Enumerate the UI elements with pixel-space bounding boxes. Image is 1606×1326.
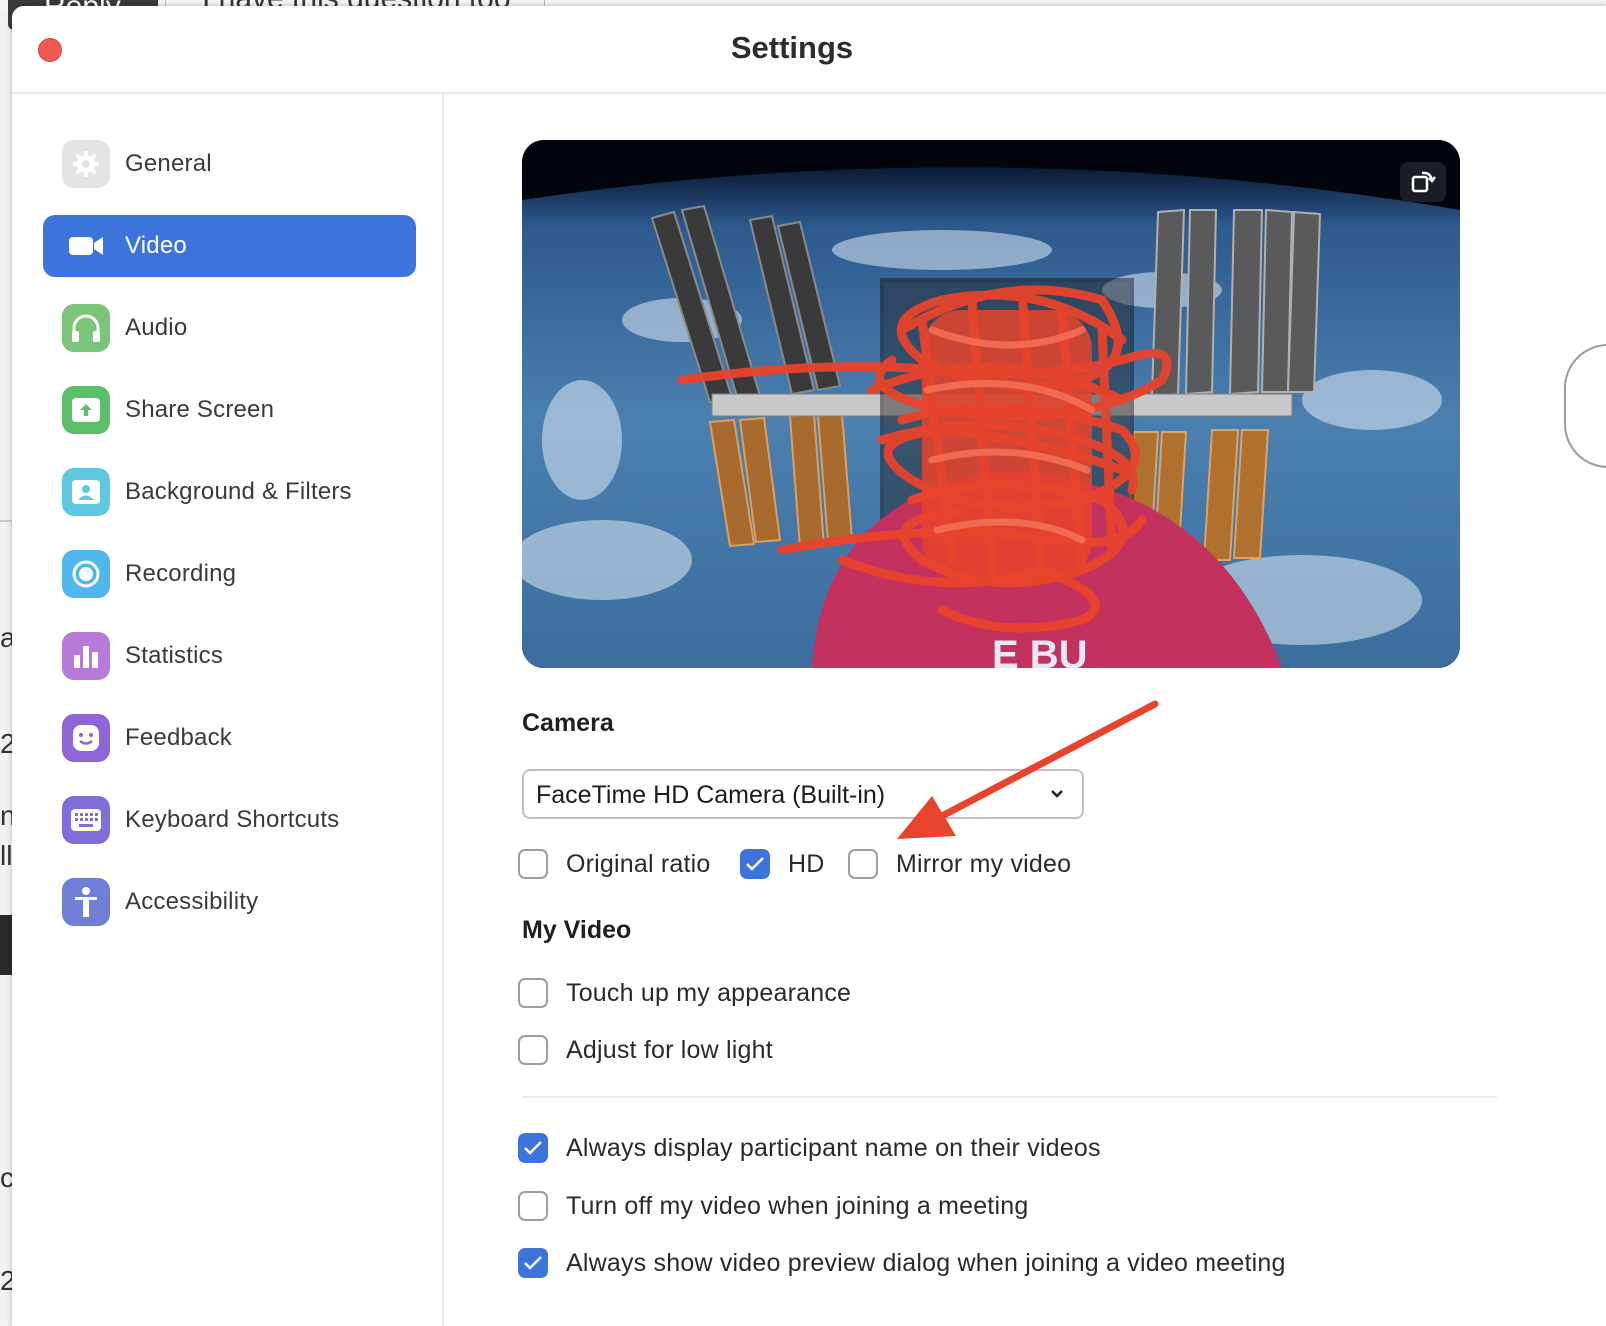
camera-select-value: FaceTime HD Camera (Built-in) xyxy=(536,781,886,809)
video-camera-icon xyxy=(62,222,110,270)
sidebar-item-label: Video xyxy=(125,232,187,259)
video-settings-panel: E BU Camera FaceTime HD Camera (Built-in… xyxy=(444,94,1606,1326)
sidebar-item-label: Keyboard Shortcuts xyxy=(125,806,340,833)
section-divider xyxy=(522,1096,1497,1098)
sidebar-item-label: Feedback xyxy=(125,724,232,751)
keyboard-icon xyxy=(62,796,110,844)
original-ratio-checkbox[interactable]: Original ratio xyxy=(518,849,711,879)
video-preview-image: E BU xyxy=(522,140,1460,668)
video-preview: E BU xyxy=(522,140,1460,668)
checkbox-label: Original ratio xyxy=(566,849,711,878)
share-screen-icon xyxy=(62,386,110,434)
checkbox-box[interactable] xyxy=(518,978,548,1008)
person-background-icon xyxy=(62,468,110,516)
bar-chart-icon xyxy=(62,632,110,680)
checkmark-icon xyxy=(524,1141,542,1155)
sidebar-item-label: Share Screen xyxy=(125,396,275,423)
record-icon xyxy=(62,550,110,598)
sidebar-item-feedback[interactable]: Feedback xyxy=(43,707,416,769)
sidebar-item-label: General xyxy=(125,150,212,177)
settings-window: Settings General Video Audio Share Scree… xyxy=(12,6,1606,1326)
background-text-fragment: ll xyxy=(0,840,13,871)
gear-icon xyxy=(62,140,110,188)
sidebar-item-statistics[interactable]: Statistics xyxy=(43,625,416,687)
smiley-icon xyxy=(62,714,110,762)
checkbox-box[interactable] xyxy=(518,849,548,879)
partial-control-edge xyxy=(1564,344,1606,468)
accessibility-icon xyxy=(62,878,110,926)
video-preview-dialog-checkbox[interactable]: Always show video preview dialog when jo… xyxy=(518,1248,1286,1278)
checkbox-box[interactable] xyxy=(518,1191,548,1221)
my-video-section-title: My Video xyxy=(522,916,632,944)
sidebar-item-accessibility[interactable]: Accessibility xyxy=(43,871,416,933)
sidebar-item-label: Accessibility xyxy=(125,888,259,915)
checkbox-label: Always show video preview dialog when jo… xyxy=(566,1248,1286,1277)
sidebar-item-video[interactable]: Video xyxy=(43,215,416,277)
sidebar-item-audio[interactable]: Audio xyxy=(43,297,416,359)
turn-off-video-checkbox[interactable]: Turn off my video when joining a meeting xyxy=(518,1191,1028,1221)
checkbox-label: Mirror my video xyxy=(896,849,1072,878)
sidebar-item-background-filters[interactable]: Background & Filters xyxy=(43,461,416,523)
background-dark-block xyxy=(0,915,12,975)
checkbox-label: Turn off my video when joining a meeting xyxy=(566,1191,1029,1220)
checkbox-label: Adjust for low light xyxy=(566,1035,773,1064)
window-title: Settings xyxy=(730,30,854,65)
checkbox-label: Always display participant name on their… xyxy=(566,1133,1101,1162)
hd-checkbox[interactable]: HD xyxy=(740,849,825,879)
rotate-video-button[interactable] xyxy=(1400,162,1446,202)
checkbox-box[interactable] xyxy=(518,1035,548,1065)
checkbox-box[interactable] xyxy=(518,1248,548,1278)
background-divider xyxy=(0,520,12,522)
touch-up-appearance-checkbox[interactable]: Touch up my appearance xyxy=(518,978,851,1008)
checkbox-box[interactable] xyxy=(518,1133,548,1163)
checkbox-label: Touch up my appearance xyxy=(566,978,852,1007)
sidebar-item-label: Recording xyxy=(125,560,237,587)
checkbox-box[interactable] xyxy=(848,849,878,879)
checkmark-icon xyxy=(524,1256,542,1270)
camera-section-title: Camera xyxy=(522,709,614,737)
checkbox-label: HD xyxy=(788,849,825,878)
sidebar-item-share-screen[interactable]: Share Screen xyxy=(43,379,416,441)
sidebar-item-label: Statistics xyxy=(125,642,224,669)
adjust-low-light-checkbox[interactable]: Adjust for low light xyxy=(518,1035,773,1065)
sidebar-item-recording[interactable]: Recording xyxy=(43,543,416,605)
chevron-down-icon xyxy=(1051,790,1063,798)
mirror-video-checkbox[interactable]: Mirror my video xyxy=(848,849,1071,879)
sidebar-item-general[interactable]: General xyxy=(43,133,416,195)
camera-select[interactable]: FaceTime HD Camera (Built-in) xyxy=(522,769,1084,819)
headphones-icon xyxy=(62,304,110,352)
sidebar-item-label: Audio xyxy=(125,314,188,341)
title-bar: Settings xyxy=(12,6,1606,94)
checkbox-box[interactable] xyxy=(740,849,770,879)
svg-text:E BU: E BU xyxy=(992,633,1088,668)
display-participant-name-checkbox[interactable]: Always display participant name on their… xyxy=(518,1133,1101,1163)
sidebar-item-keyboard-shortcuts[interactable]: Keyboard Shortcuts xyxy=(43,789,416,851)
settings-sidebar: General Video Audio Share Screen Backgro xyxy=(12,94,444,1326)
rotate-icon xyxy=(1411,171,1436,193)
sidebar-item-label: Background & Filters xyxy=(125,478,352,505)
checkmark-icon xyxy=(746,857,764,871)
